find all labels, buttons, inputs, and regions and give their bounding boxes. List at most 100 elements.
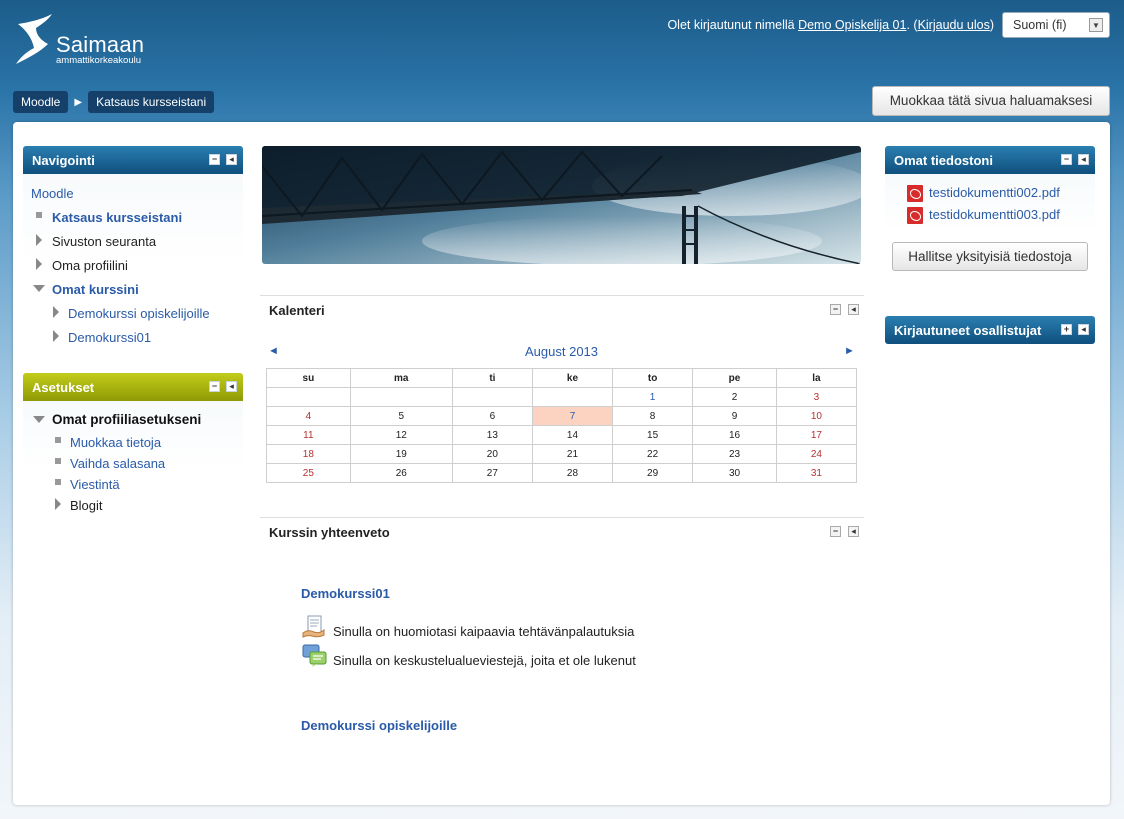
calendar-day-cell[interactable]: 29 bbox=[612, 463, 694, 483]
calendar-day-cell[interactable]: 30 bbox=[692, 463, 777, 483]
online-users-block-header: Kirjautuneet osallistujat + ◂ bbox=[885, 316, 1095, 344]
collapse-icon[interactable]: − bbox=[830, 304, 841, 315]
calendar-day-cell[interactable]: 27 bbox=[451, 463, 533, 483]
settings-block-title: Asetukset bbox=[32, 380, 95, 395]
calendar-day-cell[interactable]: 9 bbox=[692, 406, 777, 426]
calendar-day-cell[interactable]: 26 bbox=[349, 463, 453, 483]
calendar-day-cell[interactable]: 3 bbox=[775, 387, 858, 407]
expand-icon[interactable] bbox=[53, 330, 59, 342]
calendar-day-cell[interactable]: 8 bbox=[612, 406, 694, 426]
collapse-icon[interactable]: − bbox=[830, 526, 841, 537]
calendar-day-cell[interactable]: 16 bbox=[692, 425, 777, 445]
nav-item-my-profile[interactable]: Oma profiilini bbox=[52, 258, 128, 273]
calendar-title: Kalenteri bbox=[269, 303, 325, 318]
calendar-next-month-icon[interactable]: ► bbox=[844, 345, 855, 357]
forum-icon bbox=[302, 644, 327, 667]
nav-item-moodle[interactable]: Moodle bbox=[31, 186, 74, 201]
calendar-day-cell[interactable]: 20 bbox=[451, 444, 533, 464]
logo[interactable]: Saimaan ammattikorkeakoulu bbox=[12, 12, 162, 68]
breadcrumb-item-moodle[interactable]: Moodle bbox=[13, 91, 69, 113]
settings-item-profile-settings[interactable]: Omat profiiliasetukseni bbox=[52, 412, 201, 427]
pdf-file-icon bbox=[907, 207, 923, 224]
course-link-demo-students[interactable]: Demokurssi opiskelijoille bbox=[301, 718, 457, 733]
calendar-day-cell[interactable]: 6 bbox=[451, 406, 533, 426]
bullet-icon bbox=[55, 458, 61, 464]
language-select[interactable]: Suomi (fi) ▼ bbox=[1002, 12, 1110, 38]
course-link-demo01[interactable]: Demokurssi01 bbox=[301, 586, 390, 601]
file-link-2[interactable]: testidokumentti003.pdf bbox=[929, 207, 1060, 222]
assignment-icon bbox=[302, 615, 325, 638]
nav-item-my-courses[interactable]: Omat kurssini bbox=[52, 282, 139, 297]
calendar-day-cell[interactable]: 18 bbox=[266, 444, 351, 464]
calendar-day-cell[interactable]: 4 bbox=[266, 406, 351, 426]
calendar-day-cell[interactable]: 25 bbox=[266, 463, 351, 483]
calendar-day-cell[interactable]: 22 bbox=[612, 444, 694, 464]
breadcrumb-item-my-courses[interactable]: Katsaus kursseistani bbox=[88, 91, 215, 113]
calendar-day-cell[interactable]: 11 bbox=[266, 425, 351, 445]
dock-icon[interactable]: ◂ bbox=[1078, 324, 1089, 335]
calendar-header-row: su ma ti ke to pe la bbox=[266, 368, 858, 388]
dock-icon[interactable]: ◂ bbox=[848, 526, 859, 537]
chevron-down-icon: ▼ bbox=[1089, 18, 1103, 32]
logout-link[interactable]: Kirjaudu ulos bbox=[918, 18, 990, 32]
file-link-1[interactable]: testidokumentti002.pdf bbox=[929, 185, 1060, 200]
calendar-month-link[interactable]: August 2013 bbox=[525, 344, 598, 359]
expand-icon[interactable] bbox=[36, 258, 42, 270]
dock-icon[interactable]: ◂ bbox=[848, 304, 859, 315]
calendar-day-header: to bbox=[612, 368, 694, 388]
collapse-icon[interactable]: − bbox=[209, 154, 220, 165]
calendar-week-row: 11 12 13 14 15 16 17 bbox=[266, 425, 858, 445]
expand-icon[interactable] bbox=[55, 498, 61, 510]
manage-private-files-button[interactable]: Hallitse yksityisiä tiedostoja bbox=[892, 242, 1088, 271]
calendar-empty-cell bbox=[349, 387, 453, 407]
calendar-day-cell[interactable]: 21 bbox=[531, 444, 614, 464]
user-profile-link[interactable]: Demo Opiskelija 01 bbox=[798, 18, 906, 32]
calendar-day-cell[interactable]: 10 bbox=[775, 406, 858, 426]
calendar-day-cell[interactable]: 14 bbox=[531, 425, 614, 445]
calendar-prev-month-icon[interactable]: ◄ bbox=[268, 345, 279, 357]
expand-block-icon[interactable]: + bbox=[1061, 324, 1072, 335]
dock-icon[interactable]: ◂ bbox=[226, 154, 237, 165]
settings-item-change-password[interactable]: Vaihda salasana bbox=[70, 456, 165, 471]
notice-forum-posts[interactable]: Sinulla on keskustelualueviestejä, joita… bbox=[333, 653, 636, 668]
calendar-day-cell[interactable]: 24 bbox=[775, 444, 858, 464]
calendar-day-header: ke bbox=[531, 368, 614, 388]
calendar-day-cell[interactable]: 1 bbox=[612, 387, 694, 407]
logo-mark-icon bbox=[16, 14, 52, 64]
calendar-table: su ma ti ke to pe la 1 2 3 4 5 6 7 8 9 10 11 12 13 14 15 16 17… bbox=[266, 368, 858, 483]
dock-icon[interactable]: ◂ bbox=[226, 381, 237, 392]
notice-assignments[interactable]: Sinulla on huomiotasi kaipaavia tehtävän… bbox=[333, 624, 634, 639]
calendar-day-cell[interactable]: 19 bbox=[349, 444, 453, 464]
collapse-tree-icon[interactable] bbox=[33, 285, 45, 292]
dock-icon[interactable]: ◂ bbox=[1078, 154, 1089, 165]
nav-item-course-demo-students[interactable]: Demokurssi opiskelijoille bbox=[68, 306, 210, 321]
collapse-icon[interactable]: − bbox=[1061, 154, 1072, 165]
calendar-day-cell[interactable]: 2 bbox=[692, 387, 777, 407]
online-users-block-title: Kirjautuneet osallistujat bbox=[894, 323, 1042, 338]
calendar-day-header: la bbox=[775, 368, 858, 388]
calendar-day-cell[interactable]: 23 bbox=[692, 444, 777, 464]
nav-item-course-demo01[interactable]: Demokurssi01 bbox=[68, 330, 151, 345]
calendar-day-cell[interactable]: 28 bbox=[531, 463, 614, 483]
calendar-day-cell[interactable]: 12 bbox=[349, 425, 453, 445]
calendar-day-header: su bbox=[266, 368, 351, 388]
calendar-day-cell[interactable]: 31 bbox=[775, 463, 858, 483]
expand-icon[interactable] bbox=[53, 306, 59, 318]
nav-item-site-tracking[interactable]: Sivuston seuranta bbox=[52, 234, 156, 249]
collapse-icon[interactable]: − bbox=[209, 381, 220, 392]
calendar-today-cell[interactable]: 7 bbox=[531, 406, 614, 426]
collapse-tree-icon[interactable] bbox=[33, 416, 45, 423]
customize-page-button[interactable]: Muokkaa tätä sivua haluamaksesi bbox=[872, 86, 1110, 116]
nav-item-my-courses-overview[interactable]: Katsaus kursseistani bbox=[52, 210, 182, 225]
expand-icon[interactable] bbox=[36, 234, 42, 246]
calendar-day-cell[interactable]: 5 bbox=[349, 406, 453, 426]
private-files-block-title: Omat tiedostoni bbox=[894, 153, 993, 168]
calendar-day-cell[interactable]: 13 bbox=[451, 425, 533, 445]
settings-item-messaging[interactable]: Viestintä bbox=[70, 477, 120, 492]
calendar-day-cell[interactable]: 17 bbox=[775, 425, 858, 445]
breadcrumb: Moodle ▶ Katsaus kursseistani bbox=[13, 91, 215, 113]
settings-item-blogs[interactable]: Blogit bbox=[70, 498, 103, 513]
calendar-day-cell[interactable]: 15 bbox=[612, 425, 694, 445]
settings-item-edit-profile[interactable]: Muokkaa tietoja bbox=[70, 435, 161, 450]
pdf-file-icon bbox=[907, 185, 923, 202]
